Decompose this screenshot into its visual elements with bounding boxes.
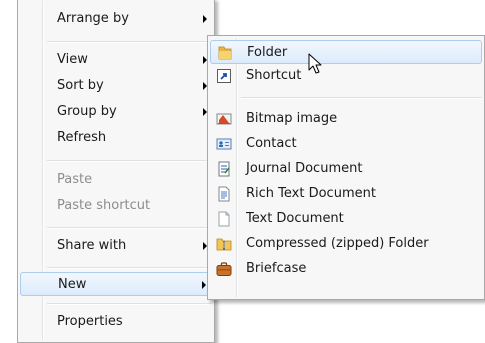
- menu-separator: [47, 41, 212, 43]
- menu-item-view[interactable]: View: [20, 48, 212, 72]
- submenu-item-shortcut[interactable]: Shortcut: [210, 64, 482, 88]
- submenu-item-label: Shortcut: [246, 68, 302, 83]
- submenu-item-label: Bitmap image: [246, 111, 338, 126]
- submenu-item-label: Text Document: [246, 211, 344, 226]
- folder-icon: [218, 46, 232, 60]
- menu-separator: [47, 303, 212, 305]
- menu-item-paste-shortcut: Paste shortcut: [20, 194, 212, 218]
- submenu-separator: [241, 97, 482, 99]
- zipped-folder-icon: [216, 238, 232, 251]
- mouse-pointer-icon: [308, 53, 322, 74]
- menu-item-label: Paste shortcut: [57, 198, 151, 213]
- journal-document-icon: [218, 161, 230, 177]
- text-document-icon: [218, 211, 230, 227]
- menu-item-label: Group by: [57, 104, 117, 119]
- menu-item-label: New: [58, 277, 87, 292]
- menu-item-label: Arrange by: [57, 11, 129, 26]
- submenu-item-label: Briefcase: [246, 261, 307, 276]
- menu-item-label: Properties: [57, 314, 123, 329]
- menu-item-label: Share with: [57, 238, 127, 253]
- shortcut-icon: [217, 69, 231, 83]
- submenu-item-label: Folder: [247, 45, 288, 60]
- submenu-arrow-icon: [202, 281, 206, 289]
- submenu-item-label: Journal Document: [246, 161, 363, 176]
- new-submenu: Folder Shortcut Bitmap image Contact Jou…: [207, 35, 485, 300]
- submenu-item-journal-document[interactable]: Journal Document: [210, 157, 482, 181]
- submenu-item-rich-text-document[interactable]: Rich Text Document: [210, 182, 482, 206]
- submenu-item-folder[interactable]: Folder: [210, 40, 482, 64]
- menu-item-sort-by[interactable]: Sort by: [20, 74, 212, 98]
- menu-item-label: Sort by: [57, 78, 104, 93]
- submenu-item-briefcase[interactable]: Briefcase: [210, 257, 482, 281]
- rich-text-document-icon: [218, 186, 230, 202]
- submenu-arrow-icon: [203, 15, 207, 23]
- menu-separator: [47, 267, 212, 269]
- submenu-item-label: Compressed (zipped) Folder: [246, 236, 429, 251]
- menu-item-label: View: [57, 52, 88, 67]
- desktop-context-menu: Arrange by View Sort by Group by Refresh…: [17, 0, 215, 343]
- submenu-item-label: Contact: [246, 136, 297, 151]
- submenu-item-compressed-zipped-folder[interactable]: Compressed (zipped) Folder: [210, 232, 482, 256]
- menu-item-label: Refresh: [57, 130, 107, 145]
- menu-item-properties[interactable]: Properties: [20, 310, 212, 334]
- bitmap-image-icon: [216, 113, 232, 125]
- submenu-item-text-document[interactable]: Text Document: [210, 207, 482, 231]
- menu-item-label: Paste: [57, 172, 93, 187]
- submenu-item-contact[interactable]: Contact: [210, 132, 482, 156]
- menu-item-group-by[interactable]: Group by: [20, 100, 212, 124]
- menu-separator: [47, 227, 212, 229]
- menu-item-refresh[interactable]: Refresh: [20, 126, 212, 150]
- briefcase-icon: [216, 262, 232, 276]
- menu-item-share-with[interactable]: Share with: [20, 234, 212, 258]
- submenu-item-bitmap-image[interactable]: Bitmap image: [210, 107, 482, 131]
- menu-item-arrange-by[interactable]: Arrange by: [20, 7, 212, 31]
- menu-item-new[interactable]: New: [20, 272, 212, 296]
- menu-separator: [47, 160, 212, 162]
- submenu-item-label: Rich Text Document: [246, 186, 376, 201]
- contact-card-icon: [216, 138, 232, 150]
- menu-item-paste: Paste: [20, 168, 212, 192]
